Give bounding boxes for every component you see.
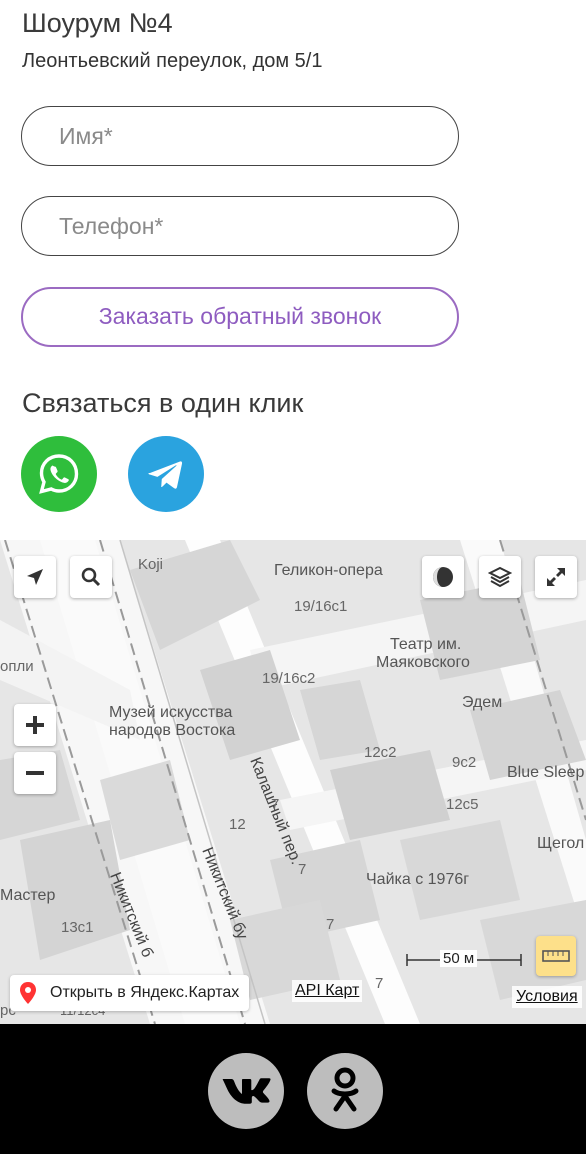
ruler-icon (542, 950, 570, 962)
name-field[interactable] (21, 106, 459, 166)
map-label-muzey-line1: Музей искусства (109, 704, 233, 721)
map-label-13c1: 13с1 (61, 919, 94, 936)
map-label-muzey-line2: народов Востока (109, 722, 236, 739)
telegram-icon (148, 461, 183, 489)
zoom-in-button[interactable] (14, 704, 56, 746)
search-icon (81, 567, 101, 587)
zoom-out-button[interactable] (14, 752, 56, 794)
map[interactable]: Koji Геликон-опера 19/16с1 Театр им. Мая… (0, 540, 586, 1024)
map-label-12c2: 12с2 (364, 744, 397, 761)
geolocation-button[interactable] (14, 556, 56, 598)
map-label-12c5: 12с5 (446, 796, 479, 813)
map-label-12: 12 (229, 816, 246, 833)
one-click-heading: Связаться в один клик (22, 388, 304, 418)
telegram-button[interactable] (128, 436, 204, 512)
location-arrow-icon (27, 569, 43, 585)
minus-icon (26, 771, 44, 775)
open-yandex-maps-label: Открыть в Яндекс.Картах (50, 984, 240, 1001)
footer (0, 1024, 586, 1154)
map-label-edem: Эдем (462, 694, 503, 711)
map-label-teatr: Театр им. (390, 636, 462, 653)
odnoklassniki-button[interactable] (307, 1053, 383, 1129)
map-label-koji: Koji (138, 556, 164, 573)
scale-label: 50 м (440, 950, 478, 967)
showroom-address: Леонтьевский переулок, дом 5/1 (22, 50, 323, 72)
map-label-mayakovskogo: Маяковского (376, 654, 470, 671)
callback-button[interactable]: Заказать обратный звонок (21, 287, 459, 347)
map-label-19-16c2: 19/16с2 (262, 670, 316, 687)
whatsapp-button[interactable] (21, 436, 97, 512)
map-label-7d: 7 (375, 975, 384, 992)
showroom-title: Шоурум №4 (22, 8, 173, 38)
map-search-button[interactable] (70, 556, 112, 598)
map-label-master: Мастер (0, 887, 56, 904)
odnoklassniki-icon (331, 1067, 359, 1112)
map-label-gelikon: Геликон-опера (274, 562, 383, 579)
vk-button[interactable] (208, 1053, 284, 1129)
terms-link[interactable]: Условия (512, 986, 582, 1008)
ruler-button[interactable] (536, 936, 576, 976)
layers-icon (488, 566, 512, 588)
expand-icon (547, 568, 565, 586)
map-label-7c: 7 (326, 916, 335, 933)
map-label-shchegol: Щегол (537, 835, 585, 852)
vk-icon (222, 1078, 271, 1104)
map-label-7b: 7 (298, 861, 307, 878)
map-label-chayka: Чайка с 1976г (366, 871, 470, 888)
phone-field[interactable] (21, 196, 459, 256)
traffic-icon (433, 567, 453, 587)
map-pin-icon (20, 982, 36, 1004)
map-label-9c2: 9с2 (452, 754, 477, 771)
plus-icon (26, 716, 44, 734)
traffic-button[interactable] (422, 556, 464, 598)
api-maps-link[interactable]: API Карт (292, 980, 363, 1002)
whatsapp-icon (39, 454, 79, 494)
map-label-blue-sleep: Blue Sleep (507, 764, 585, 781)
layers-button[interactable] (479, 556, 521, 598)
open-yandex-maps-link[interactable]: Открыть в Яндекс.Картах (10, 975, 250, 1011)
map-label-7a: 7 (271, 796, 280, 813)
map-label-19-16c1: 19/16с1 (294, 598, 348, 615)
map-label-opli: опли (0, 658, 34, 675)
fullscreen-button[interactable] (535, 556, 577, 598)
